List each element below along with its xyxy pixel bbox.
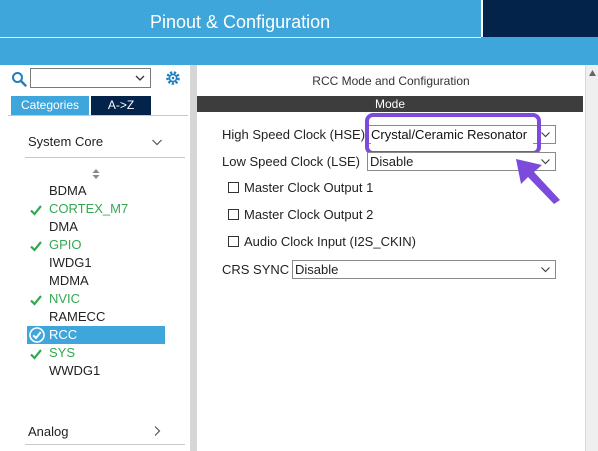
header-divider: [0, 37, 481, 38]
tab-categories[interactable]: Categories: [11, 96, 89, 115]
page-title: Pinout & Configuration: [150, 12, 331, 32]
list-item-gpio[interactable]: GPIO: [49, 236, 165, 254]
crs-sync-selected-value: Disable: [295, 262, 339, 277]
section-divider: [25, 157, 185, 158]
checkbox-box[interactable]: [228, 209, 239, 220]
panel-title: RCC Mode and Configuration: [312, 74, 470, 88]
categories-panel: Categories A->Z System Core BDMA CORTEX_…: [0, 65, 190, 451]
audio-clock-input-checkbox[interactable]: Audio Clock Input (I2S_CKIN): [228, 234, 416, 250]
category-tree: System Core BDMA CORTEX_M7 DMA GPIO IWDG…: [8, 115, 188, 451]
app-header: Pinout & Configuration: [0, 0, 598, 65]
section-divider: [25, 444, 185, 445]
arrow-pointer-icon: [516, 159, 560, 204]
list-item-iwdg1[interactable]: IWDG1: [49, 254, 165, 272]
list-item-cortex-m7[interactable]: CORTEX_M7: [49, 200, 165, 218]
master-clock-output-2-checkbox[interactable]: Master Clock Output 2: [228, 207, 373, 223]
gear-icon[interactable]: [164, 69, 182, 87]
header-dark-tab[interactable]: [481, 0, 598, 37]
master-clock-output-1-checkbox[interactable]: Master Clock Output 1: [228, 180, 373, 196]
lse-selected-value: Disable: [370, 154, 414, 169]
checkbox-box[interactable]: [228, 236, 239, 247]
list-item-bdma[interactable]: BDMA: [49, 182, 165, 200]
check-icon: [30, 241, 42, 252]
list-item-sys[interactable]: SYS: [49, 344, 165, 362]
list-item-wwdg1[interactable]: WWDG1: [49, 362, 165, 380]
tab-a-to-z[interactable]: A->Z: [91, 96, 151, 115]
crs-sync-select[interactable]: Disable: [292, 260, 556, 279]
chevron-down-icon[interactable]: [540, 264, 551, 275]
section-analog[interactable]: Analog: [28, 421, 68, 443]
chevron-right-icon[interactable]: [151, 425, 163, 437]
highlight-box: [365, 113, 541, 155]
mode-section-header[interactable]: Mode: [197, 96, 583, 112]
chevron-down-icon[interactable]: [151, 136, 163, 148]
list-item-rcc[interactable]: RCC: [27, 326, 165, 344]
check-icon: [30, 295, 42, 306]
list-item-mdma[interactable]: MDMA: [49, 272, 165, 290]
chevron-down-icon[interactable]: [133, 70, 147, 86]
check-icon: [30, 205, 42, 216]
crs-sync-label: CRS SYNC: [222, 262, 290, 277]
checkbox-box[interactable]: [228, 182, 239, 193]
search-icon[interactable]: [11, 71, 27, 87]
list-item-ramecc[interactable]: RAMECC: [49, 308, 165, 326]
scroll-up-icon[interactable]: [588, 69, 597, 78]
list-item-nvic[interactable]: NVIC: [49, 290, 165, 308]
checkbox-label: Master Clock Output 2: [244, 207, 374, 222]
sort-icon[interactable]: [91, 168, 101, 180]
list-item-dma[interactable]: DMA: [49, 218, 165, 236]
chevron-down-icon[interactable]: [540, 129, 551, 140]
checkbox-label: Master Clock Output 1: [244, 180, 374, 195]
rcc-config-panel: RCC Mode and Configuration Mode High Spe…: [197, 65, 598, 451]
checkbox-label: Audio Clock Input (I2S_CKIN): [244, 234, 416, 249]
vertical-scrollbar[interactable]: [585, 65, 598, 451]
panel-splitter[interactable]: [190, 65, 197, 451]
hse-label: High Speed Clock (HSE): [222, 127, 366, 142]
search-input[interactable]: [30, 68, 151, 88]
check-icon: [30, 349, 42, 360]
check-circle-icon: [29, 327, 45, 343]
section-system-core[interactable]: System Core: [28, 131, 103, 153]
lse-label: Low Speed Clock (LSE): [222, 154, 361, 169]
